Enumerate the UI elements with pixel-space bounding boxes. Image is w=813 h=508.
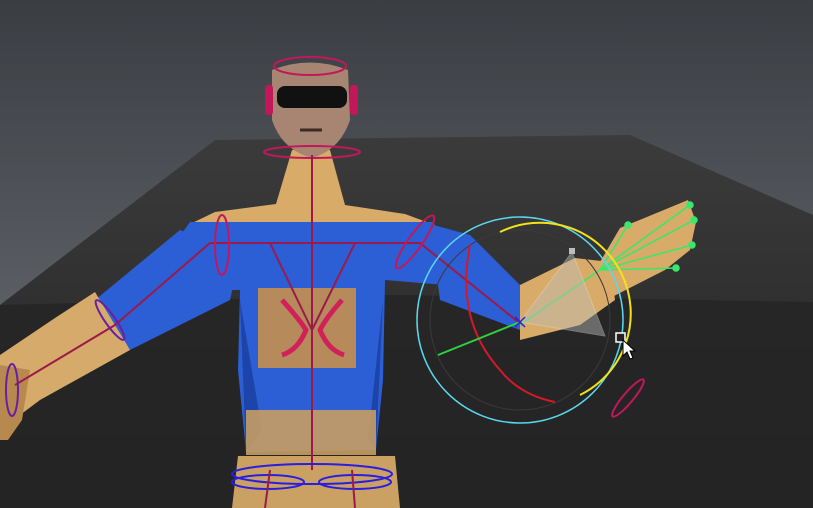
rotate-handle-top[interactable] <box>569 248 575 254</box>
finger-tip-handle-5[interactable] <box>624 221 632 229</box>
finger-tip-handle-1[interactable] <box>686 201 694 209</box>
sunglasses <box>277 86 347 108</box>
ear-right <box>350 85 358 115</box>
3d-viewport[interactable] <box>0 0 813 508</box>
finger-tip-handle-4[interactable] <box>672 264 680 272</box>
finger-tip-handle-3[interactable] <box>688 241 696 249</box>
finger-tip-handle-2[interactable] <box>690 216 698 224</box>
ear-left <box>265 85 273 115</box>
viewport-scene[interactable] <box>0 0 813 508</box>
